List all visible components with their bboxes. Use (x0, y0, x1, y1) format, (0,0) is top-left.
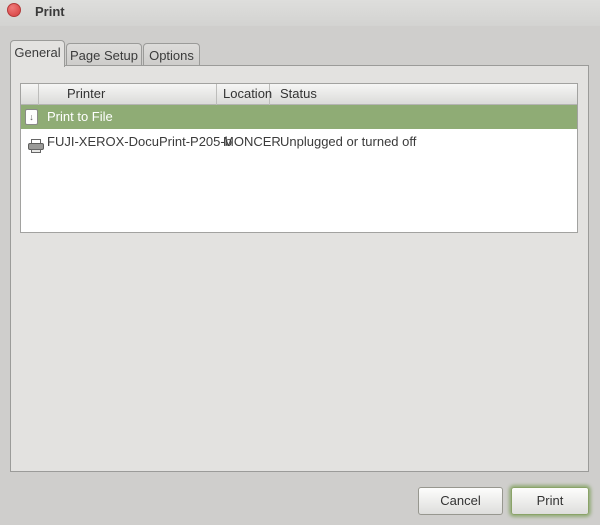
printer-location: MONCER (223, 134, 281, 149)
column-header-printer[interactable]: Printer (39, 84, 217, 105)
printer-icon (25, 134, 41, 150)
printer-list-header: Printer Location Status (21, 84, 577, 105)
tab-options[interactable]: Options (143, 43, 200, 66)
tab-page-setup[interactable]: Page Setup (66, 43, 142, 66)
window-title: Print (35, 4, 65, 19)
printer-name: Print to File (47, 109, 113, 124)
column-header-icon[interactable] (21, 84, 39, 105)
cancel-button[interactable]: Cancel (418, 487, 503, 515)
column-header-location[interactable]: Location (217, 84, 270, 105)
column-header-status[interactable]: Status (270, 84, 578, 105)
printer-name: FUJI-XEROX-DocuPrint-P205-b (47, 134, 232, 149)
print-dialog: Print General Page Setup Options Printer… (0, 0, 600, 525)
printer-status: Unplugged or turned off (280, 134, 416, 149)
titlebar: Print (0, 0, 600, 26)
printer-row-print-to-file[interactable]: ↓ Print to File (21, 105, 577, 129)
printer-row-fuji-xerox[interactable]: FUJI-XEROX-DocuPrint-P205-b MONCER Unplu… (21, 130, 577, 154)
close-button[interactable] (7, 3, 21, 17)
print-button[interactable]: Print (511, 487, 589, 515)
printer-list: Printer Location Status ↓ Print to File … (20, 83, 578, 233)
print-to-file-icon: ↓ (25, 109, 38, 125)
tab-general[interactable]: General (10, 40, 65, 67)
